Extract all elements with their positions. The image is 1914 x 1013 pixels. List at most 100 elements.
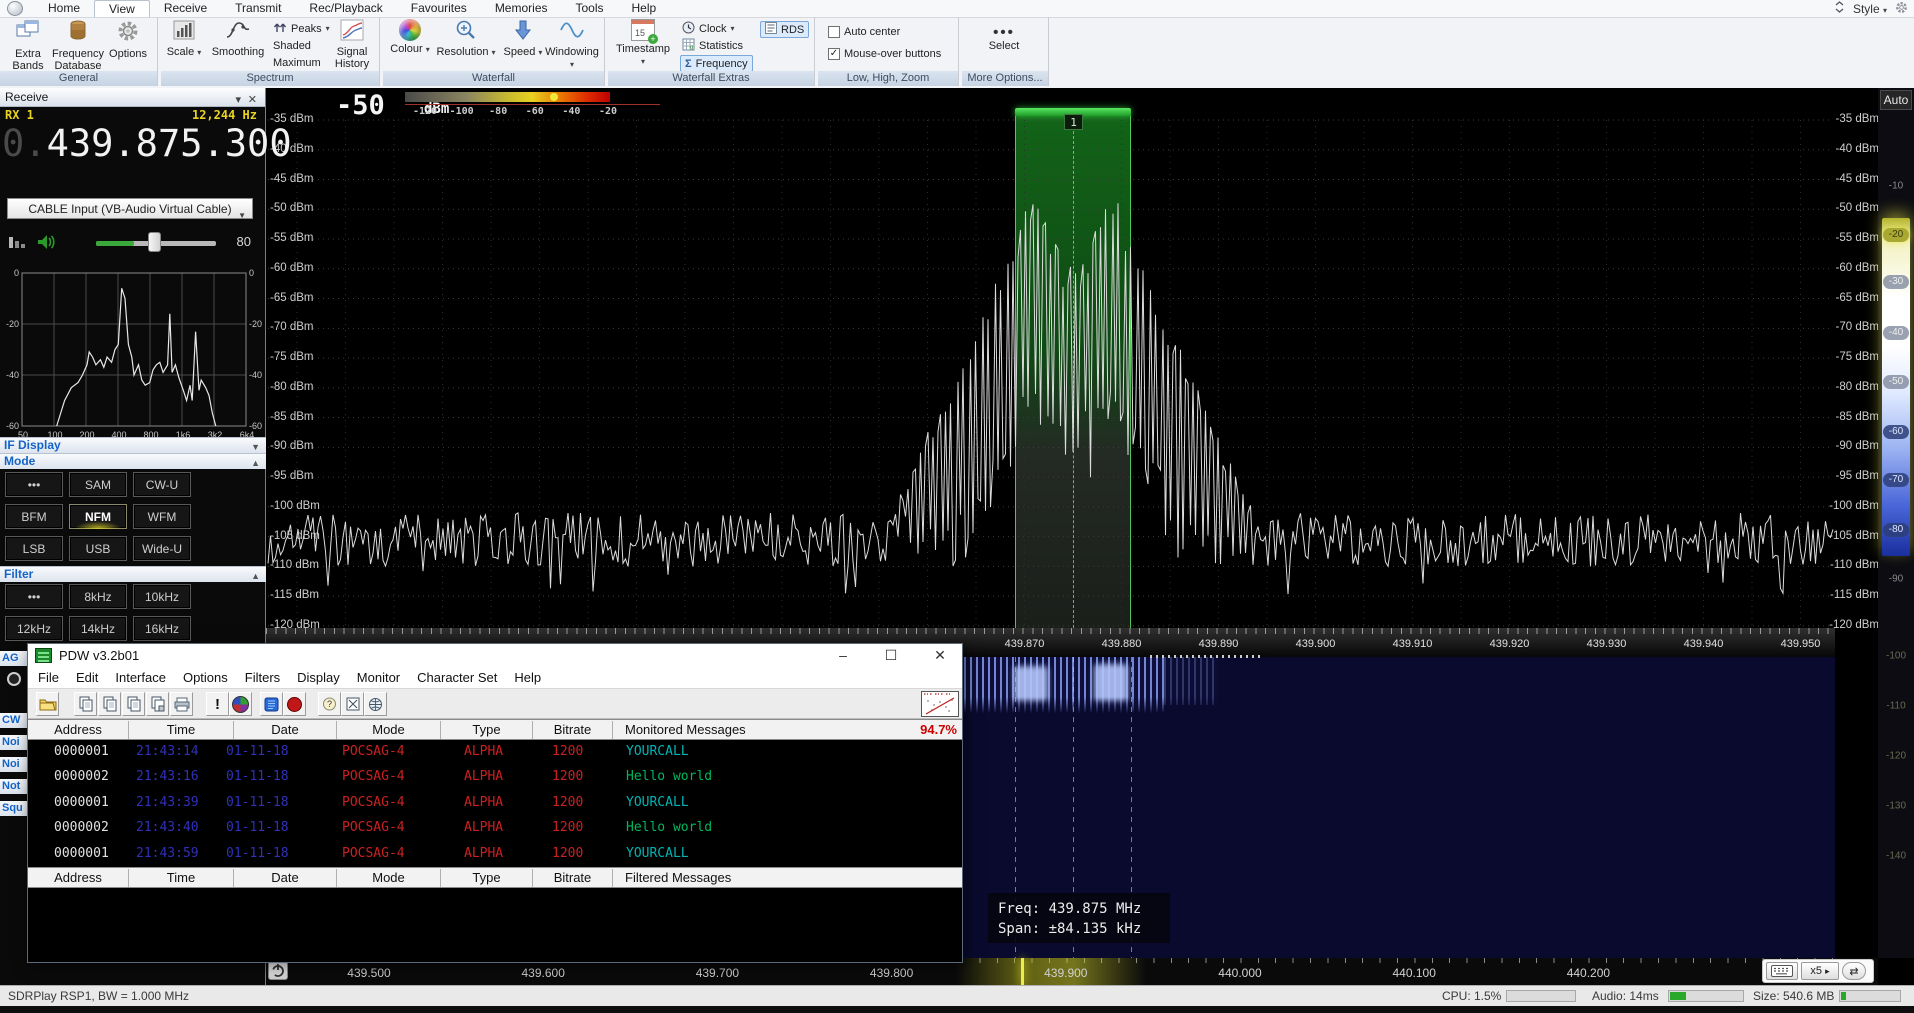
pan-arrows-button[interactable]: ⇄ bbox=[1842, 962, 1866, 980]
close-panel-icon[interactable]: ✕ bbox=[248, 91, 257, 109]
ribbon-tab[interactable]: Help bbox=[618, 0, 671, 17]
minimize-button[interactable]: – bbox=[823, 644, 863, 668]
filter-button[interactable]: 14kHz bbox=[69, 616, 127, 641]
filter-button[interactable]: ••• bbox=[5, 584, 63, 609]
pdw-message-row[interactable]: 0000002 21:43:40 01-11-18 POCSAG-4 ALPHA… bbox=[28, 816, 962, 841]
range-tick-label[interactable]: -60 bbox=[1883, 425, 1909, 439]
style-menu[interactable]: Style ▾ bbox=[1853, 2, 1887, 16]
pdw-window[interactable]: PDW v3.2b01 – ☐ ✕ FileEditInterfaceOptio… bbox=[27, 643, 963, 963]
rds-toggle-button[interactable]: RDS bbox=[760, 21, 809, 38]
help-balloon-icon[interactable]: ? bbox=[318, 692, 341, 716]
radio-button-stub[interactable] bbox=[7, 672, 21, 686]
windowing-button[interactable]: Windowing ▾ bbox=[543, 19, 601, 71]
resolution-button[interactable]: Resolution ▾ bbox=[435, 19, 497, 59]
frequency-database-button[interactable]: Frequency Database bbox=[48, 19, 108, 72]
scale-button[interactable]: Scale ▾ bbox=[163, 19, 205, 59]
record-icon[interactable] bbox=[283, 692, 306, 716]
equalizer-icon[interactable] bbox=[8, 234, 26, 255]
ribbon-tab[interactable]: Memories bbox=[481, 0, 562, 17]
pdw-menu-item[interactable]: Monitor bbox=[357, 668, 400, 688]
pdw-title-bar[interactable]: PDW v3.2b01 – ☐ ✕ bbox=[28, 644, 962, 669]
mode-button[interactable]: NFM bbox=[69, 504, 127, 529]
pdw-menu-item[interactable]: Filters bbox=[245, 668, 280, 688]
range-tick-label[interactable]: -80 bbox=[1883, 523, 1909, 537]
pdw-menu-item[interactable]: Options bbox=[183, 668, 228, 688]
audio-device-dropdown[interactable]: CABLE Input (VB-Audio Virtual Cable) ▼ bbox=[7, 198, 253, 219]
section-stub[interactable]: Noi bbox=[0, 757, 27, 772]
collapse-ribbon-icon[interactable] bbox=[1834, 1, 1845, 16]
mode-button[interactable]: WFM bbox=[133, 504, 191, 529]
mode-button[interactable]: SAM bbox=[69, 472, 127, 497]
mouse-over-buttons-checkbox[interactable]: ✓ Mouse-over buttons bbox=[828, 46, 941, 61]
chevron-up-icon[interactable]: ▲ bbox=[251, 456, 260, 471]
frequency-toggle-button[interactable]: Σ Frequency bbox=[680, 55, 753, 72]
pdw-message-row[interactable]: 0000002 21:43:16 01-11-18 POCSAG-4 ALPHA… bbox=[28, 765, 962, 790]
printer-icon[interactable] bbox=[170, 692, 193, 716]
close-button[interactable]: ✕ bbox=[920, 644, 960, 668]
statistics-button[interactable]: 9 Statistics bbox=[682, 38, 743, 53]
mode-button[interactable]: CW-U bbox=[133, 472, 191, 497]
copy-icon[interactable] bbox=[74, 692, 97, 716]
mode-button[interactable]: USB bbox=[69, 536, 127, 561]
ribbon-tab[interactable]: View bbox=[94, 0, 150, 17]
section-stub[interactable]: AG bbox=[0, 651, 27, 666]
filtered-messages-list[interactable] bbox=[28, 888, 962, 962]
filter-button[interactable]: 12kHz bbox=[5, 616, 63, 641]
copy-icon[interactable] bbox=[98, 692, 121, 716]
pdw-menu-item[interactable]: File bbox=[38, 668, 59, 688]
range-tick-label[interactable]: -20 bbox=[1883, 228, 1909, 242]
range-tick-label[interactable]: -30 bbox=[1883, 275, 1909, 289]
maximize-button[interactable]: ☐ bbox=[871, 644, 911, 668]
mode-button[interactable]: BFM bbox=[5, 504, 63, 529]
filter-button[interactable]: 10kHz bbox=[133, 584, 191, 609]
shaded-button[interactable]: Shaded bbox=[273, 38, 311, 53]
power-button[interactable] bbox=[268, 960, 288, 980]
signal-history-button[interactable]: Signal History bbox=[329, 19, 375, 70]
volume-slider-handle[interactable] bbox=[148, 232, 161, 252]
range-tick-label[interactable]: -70 bbox=[1883, 473, 1909, 487]
globe-icon[interactable] bbox=[364, 692, 387, 716]
keyboard-entry-button[interactable] bbox=[1766, 962, 1798, 980]
mode-button[interactable]: ••• bbox=[5, 472, 63, 497]
open-folder-icon[interactable] bbox=[36, 692, 59, 716]
ribbon-tab[interactable]: Transmit bbox=[221, 0, 295, 17]
ribbon-tab[interactable]: Rec/Playback bbox=[295, 0, 396, 17]
pdw-menu-item[interactable]: Help bbox=[514, 668, 541, 688]
pdw-menu-item[interactable]: Edit bbox=[76, 668, 98, 688]
zoom-factor-button[interactable]: x5 ▸ bbox=[1801, 962, 1839, 980]
section-if-display[interactable]: IF Display▼ bbox=[0, 437, 266, 453]
app-menu-orb[interactable] bbox=[7, 1, 23, 16]
section-stub[interactable]: Squ bbox=[0, 801, 27, 816]
pdw-menu-item[interactable]: Display bbox=[297, 668, 340, 688]
section-stub[interactable]: Noi bbox=[0, 735, 27, 750]
monitor-icon[interactable] bbox=[260, 692, 283, 716]
ribbon-tab[interactable]: Receive bbox=[150, 0, 221, 17]
ribbon-tab[interactable]: Tools bbox=[562, 0, 618, 17]
section-stub[interactable]: CW bbox=[0, 713, 27, 728]
clock-button[interactable]: Clock▾ bbox=[682, 21, 735, 36]
rx-marker-badge[interactable]: 1 bbox=[1064, 114, 1083, 130]
smoothing-button[interactable]: Smoothing bbox=[207, 19, 269, 58]
speaker-icon[interactable] bbox=[36, 232, 58, 257]
ribbon-tab[interactable]: Favourites bbox=[397, 0, 481, 17]
auto-range-button[interactable]: Auto bbox=[1880, 90, 1912, 110]
filter-box-icon[interactable] bbox=[341, 692, 364, 716]
range-tick-label[interactable]: -40 bbox=[1883, 326, 1909, 340]
pdw-message-row[interactable]: 0000001 21:43:39 01-11-18 POCSAG-4 ALPHA… bbox=[28, 791, 962, 816]
colour-button[interactable]: Colour ▾ bbox=[387, 19, 433, 56]
filter-button[interactable]: 8kHz bbox=[69, 584, 127, 609]
frequency-display[interactable]: 0.439.875.300 bbox=[2, 122, 262, 166]
section-stub[interactable]: Not bbox=[0, 779, 27, 794]
alert-icon[interactable]: ! bbox=[206, 692, 229, 716]
timestamp-button[interactable]: 15 + Timestamp ▾ bbox=[614, 19, 672, 68]
colour-wheel-icon[interactable] bbox=[229, 692, 252, 716]
range-tick-label[interactable]: -50 bbox=[1883, 375, 1909, 389]
collapse-panel-icon[interactable]: ▾ bbox=[235, 91, 241, 109]
chevron-up-icon[interactable]: ▲ bbox=[251, 569, 260, 584]
colorbar-marker-dot[interactable] bbox=[550, 93, 558, 101]
save-page-icon[interactable] bbox=[146, 692, 169, 716]
filter-button[interactable]: 16kHz bbox=[133, 616, 191, 641]
pdw-message-row[interactable]: 0000001 21:43:14 01-11-18 POCSAG-4 ALPHA… bbox=[28, 740, 962, 765]
ribbon-tab[interactable]: Home bbox=[34, 0, 94, 17]
pdw-menu-item[interactable]: Character Set bbox=[417, 668, 497, 688]
